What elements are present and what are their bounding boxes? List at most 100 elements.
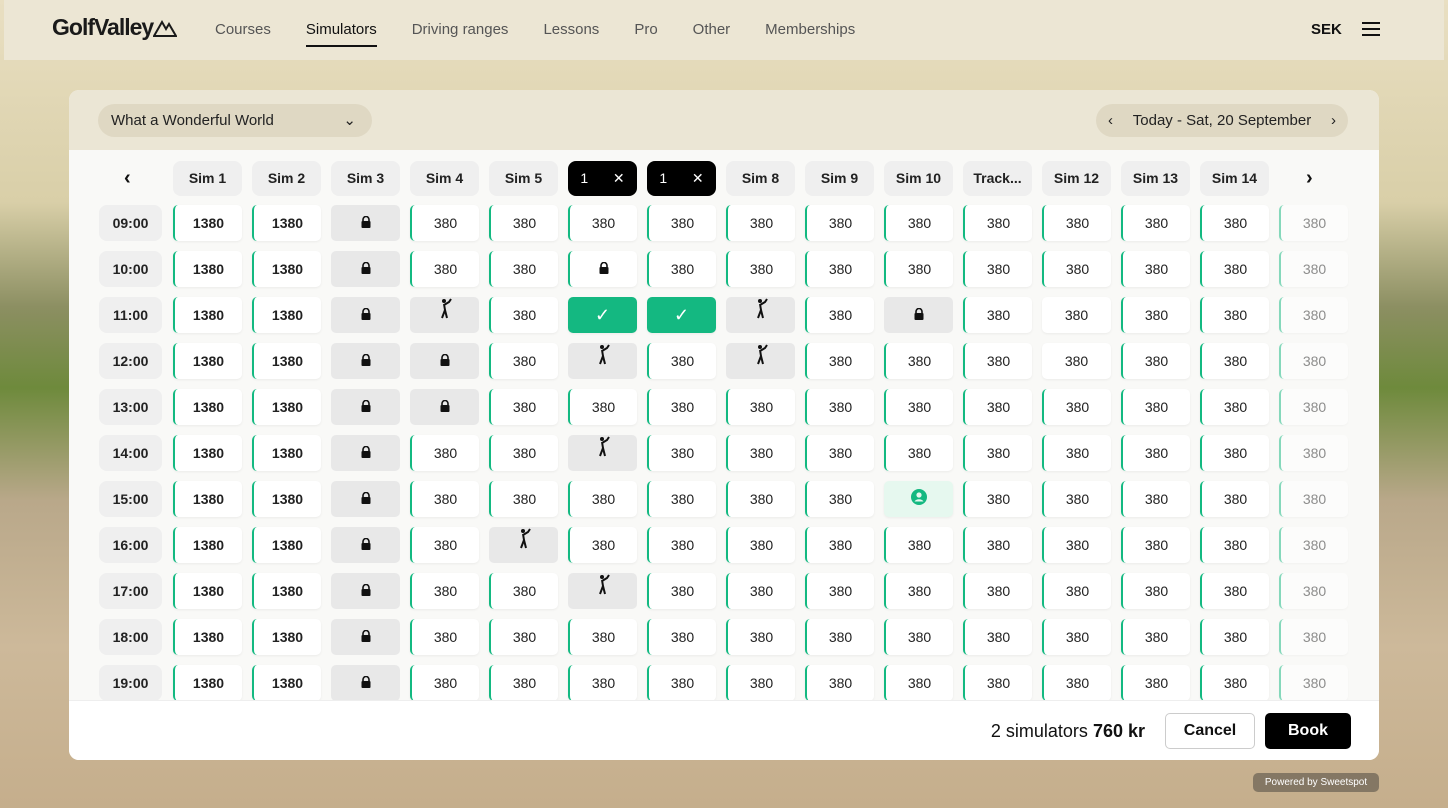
slot-price[interactable]: 380 bbox=[1121, 619, 1190, 655]
slot-price[interactable]: 380 bbox=[1042, 619, 1111, 655]
slot-price[interactable]: 380 bbox=[963, 297, 1032, 333]
slot-price[interactable]: 380 bbox=[963, 527, 1032, 563]
slot-price[interactable]: 380 bbox=[647, 205, 716, 241]
slot-price[interactable]: 380 bbox=[1279, 343, 1348, 379]
slot-price[interactable]: 380 bbox=[963, 573, 1032, 609]
slot-price[interactable]: 380 bbox=[726, 573, 795, 609]
slot-price[interactable]: 380 bbox=[1042, 389, 1111, 425]
slot-price[interactable]: 380 bbox=[1279, 297, 1348, 333]
slot-price[interactable]: 380 bbox=[1200, 665, 1269, 700]
slot-price[interactable]: 380 bbox=[1121, 389, 1190, 425]
nav-driving-ranges[interactable]: Driving ranges bbox=[412, 0, 509, 60]
slot-price[interactable]: 380 bbox=[1279, 251, 1348, 287]
slot-price[interactable]: 1380 bbox=[252, 665, 321, 700]
slot-price[interactable]: 380 bbox=[1279, 435, 1348, 471]
slot-price[interactable]: 380 bbox=[489, 343, 558, 379]
selected-sim-chip[interactable]: 1 ✕ bbox=[647, 161, 716, 196]
slot-price[interactable]: 380 bbox=[647, 389, 716, 425]
column-header[interactable]: Sim 8 bbox=[726, 161, 795, 196]
close-icon[interactable]: ✕ bbox=[613, 161, 625, 196]
venue-dropdown[interactable]: What a Wonderful World ⌄ bbox=[98, 104, 372, 137]
slot-price[interactable]: 380 bbox=[1121, 343, 1190, 379]
slot-price[interactable]: 380 bbox=[726, 527, 795, 563]
book-button[interactable]: Book bbox=[1265, 713, 1351, 749]
slot-price[interactable]: 380 bbox=[884, 205, 953, 241]
column-header[interactable]: Sim 14 bbox=[1200, 161, 1269, 196]
slot-price[interactable]: 380 bbox=[410, 481, 479, 517]
powered-by-badge[interactable]: Powered by Sweetspot bbox=[1253, 773, 1379, 792]
slot-price[interactable]: 380 bbox=[568, 665, 637, 700]
slot-selected[interactable]: ✓ bbox=[647, 297, 716, 333]
column-header[interactable]: Sim 5 bbox=[489, 161, 558, 196]
slot-price[interactable]: 380 bbox=[1042, 251, 1111, 287]
slot-price[interactable]: 380 bbox=[963, 619, 1032, 655]
slot-price[interactable]: 380 bbox=[410, 251, 479, 287]
prev-day-icon[interactable]: ‹ bbox=[1108, 104, 1113, 137]
slot-price[interactable]: 1380 bbox=[252, 297, 321, 333]
slot-price[interactable]: 380 bbox=[1279, 619, 1348, 655]
cancel-button[interactable]: Cancel bbox=[1165, 713, 1255, 749]
slot-price[interactable]: 380 bbox=[568, 527, 637, 563]
slot-price[interactable]: 380 bbox=[410, 665, 479, 700]
slot-price[interactable]: 380 bbox=[805, 435, 874, 471]
slot-price[interactable]: 380 bbox=[1121, 527, 1190, 563]
slot-price[interactable]: 1380 bbox=[252, 251, 321, 287]
slot-price[interactable]: 1380 bbox=[252, 527, 321, 563]
slot-price[interactable]: 380 bbox=[963, 665, 1032, 700]
slot-price[interactable]: 380 bbox=[805, 481, 874, 517]
column-header[interactable]: Sim 10 bbox=[884, 161, 953, 196]
slot-price[interactable]: 380 bbox=[1200, 619, 1269, 655]
slot-price[interactable]: 380 bbox=[410, 435, 479, 471]
column-header[interactable]: Track... bbox=[963, 161, 1032, 196]
nav-lessons[interactable]: Lessons bbox=[543, 0, 599, 60]
slot-price[interactable]: 380 bbox=[489, 205, 558, 241]
slot-price[interactable]: 380 bbox=[805, 527, 874, 563]
slot-price[interactable]: 380 bbox=[647, 573, 716, 609]
slot-price[interactable]: 380 bbox=[1279, 205, 1348, 241]
slot-price[interactable]: 380 bbox=[647, 527, 716, 563]
slot-price[interactable]: 1380 bbox=[173, 665, 242, 700]
slot-price[interactable]: 380 bbox=[963, 205, 1032, 241]
slot-price[interactable]: 380 bbox=[1042, 481, 1111, 517]
slot-price[interactable]: 380 bbox=[805, 297, 874, 333]
slot-price[interactable]: 380 bbox=[726, 619, 795, 655]
slot-price[interactable]: 380 bbox=[1042, 527, 1111, 563]
slot-own-booking[interactable] bbox=[884, 481, 953, 517]
slot-locked[interactable] bbox=[568, 251, 637, 287]
slot-price[interactable]: 380 bbox=[884, 527, 953, 563]
nav-memberships[interactable]: Memberships bbox=[765, 0, 855, 60]
column-header[interactable]: Sim 12 bbox=[1042, 161, 1111, 196]
slot-price[interactable]: 380 bbox=[726, 251, 795, 287]
slot-price[interactable]: 380 bbox=[410, 619, 479, 655]
slot-price[interactable]: 1380 bbox=[252, 389, 321, 425]
next-day-icon[interactable]: › bbox=[1331, 104, 1336, 137]
slot-price[interactable]: 380 bbox=[647, 665, 716, 700]
slot-price[interactable]: 380 bbox=[647, 481, 716, 517]
slot-price[interactable]: 380 bbox=[568, 481, 637, 517]
slot-price[interactable]: 380 bbox=[410, 205, 479, 241]
slot-price[interactable]: 380 bbox=[1200, 389, 1269, 425]
slot-price[interactable]: 380 bbox=[726, 435, 795, 471]
close-icon[interactable]: ✕ bbox=[692, 161, 704, 196]
slot-price[interactable]: 1380 bbox=[173, 573, 242, 609]
slot-price[interactable]: 380 bbox=[884, 389, 953, 425]
slot-price[interactable]: 380 bbox=[963, 435, 1032, 471]
slot-price[interactable]: 380 bbox=[726, 389, 795, 425]
slot-price[interactable]: 380 bbox=[1121, 435, 1190, 471]
slot-price[interactable]: 380 bbox=[805, 251, 874, 287]
slot-price[interactable]: 380 bbox=[1279, 665, 1348, 700]
slot-price[interactable]: 380 bbox=[805, 205, 874, 241]
column-header[interactable]: Sim 1 bbox=[173, 161, 242, 196]
slot-price[interactable]: 1380 bbox=[173, 343, 242, 379]
slot-price[interactable]: 380 bbox=[568, 389, 637, 425]
slot-price[interactable]: 380 bbox=[489, 481, 558, 517]
slot-price[interactable]: 380 bbox=[884, 573, 953, 609]
slot-price[interactable]: 380 bbox=[805, 619, 874, 655]
slot-price[interactable]: 380 bbox=[1279, 389, 1348, 425]
hamburger-menu-icon[interactable] bbox=[1362, 22, 1380, 36]
slot-price[interactable]: 380 bbox=[647, 343, 716, 379]
slot-price[interactable]: 380 bbox=[1279, 573, 1348, 609]
slot-price[interactable]: 1380 bbox=[173, 481, 242, 517]
nav-courses[interactable]: Courses bbox=[215, 0, 271, 60]
slot-price[interactable]: 380 bbox=[726, 665, 795, 700]
